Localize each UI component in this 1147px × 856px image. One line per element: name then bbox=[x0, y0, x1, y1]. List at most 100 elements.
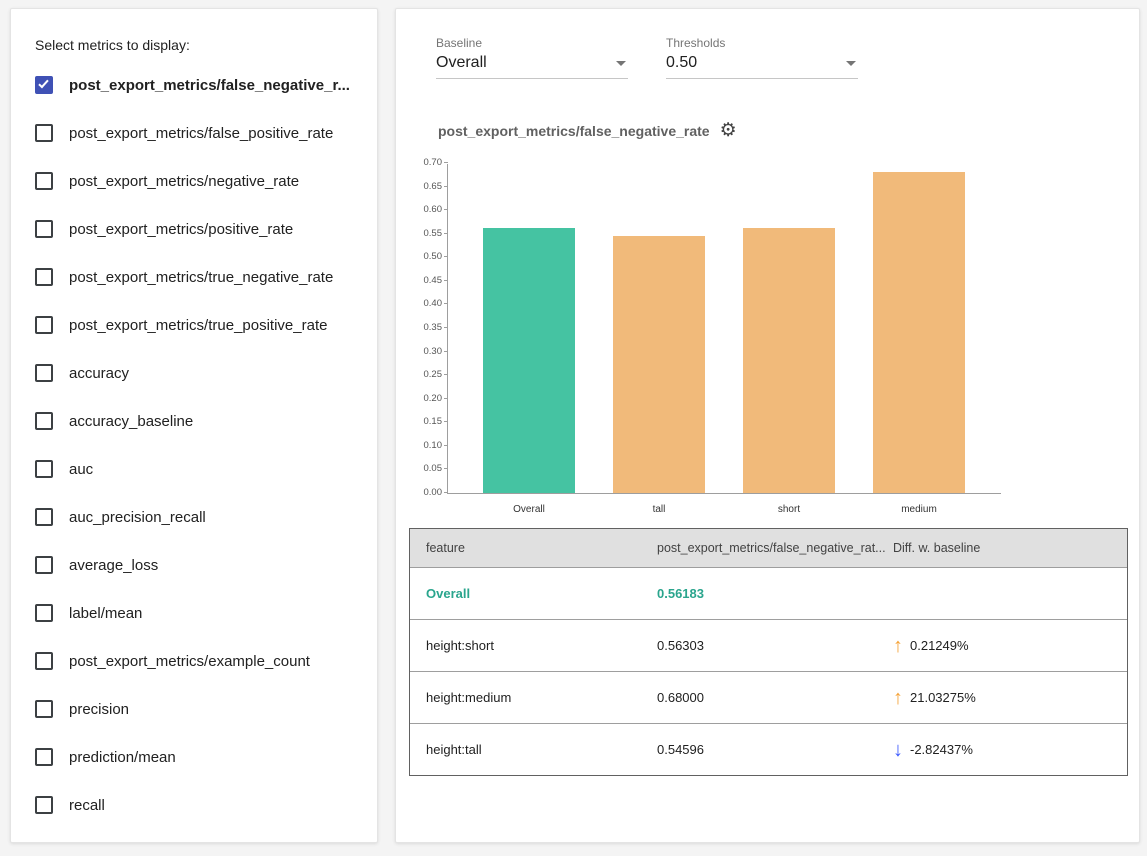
metric-label: accuracy bbox=[69, 365, 129, 382]
baseline-select-value: Overall bbox=[436, 54, 487, 72]
table-cell-value: 0.68000 bbox=[657, 690, 893, 705]
table-row-height:tall: height:tall0.54596↓-2.82437% bbox=[410, 723, 1127, 775]
table-cell-value: 0.54596 bbox=[657, 742, 893, 757]
bar-tall[interactable] bbox=[613, 236, 705, 493]
metric-row-1[interactable]: post_export_metrics/false_positive_rate bbox=[11, 109, 377, 157]
gear-icon[interactable]: ⚙ bbox=[720, 121, 737, 140]
table-body: Overall0.56183height:short0.56303↑0.2124… bbox=[410, 567, 1127, 775]
table-header-row: feature post_export_metrics/false_negati… bbox=[410, 529, 1127, 567]
checkbox-unchecked-icon[interactable] bbox=[35, 700, 53, 718]
metric-row-5[interactable]: post_export_metrics/true_positive_rate bbox=[11, 301, 377, 349]
metric-row-4[interactable]: post_export_metrics/true_negative_rate bbox=[11, 253, 377, 301]
metric-label: post_export_metrics/true_positive_rate bbox=[69, 317, 327, 334]
y-axis-tick-label: 0.65 bbox=[404, 181, 442, 193]
metric-row-7[interactable]: accuracy_baseline bbox=[11, 397, 377, 445]
metric-row-9[interactable]: auc_precision_recall bbox=[11, 493, 377, 541]
checkbox-unchecked-icon[interactable] bbox=[35, 556, 53, 574]
table-header-diff: Diff. w. baseline bbox=[893, 541, 1127, 555]
metrics-display-panel: Baseline Overall Thresholds 0.50 post_ex… bbox=[395, 8, 1140, 843]
checkbox-unchecked-icon[interactable] bbox=[35, 364, 53, 382]
table-cell-value: 0.56303 bbox=[657, 638, 893, 653]
y-axis-tick-label: 0.60 bbox=[404, 204, 442, 216]
checkbox-checked-icon[interactable] bbox=[35, 76, 53, 94]
checkbox-unchecked-icon[interactable] bbox=[35, 124, 53, 142]
checkbox-unchecked-icon[interactable] bbox=[35, 220, 53, 238]
y-axis-tick-mark bbox=[444, 280, 448, 281]
metrics-selector-title: Select metrics to display: bbox=[11, 9, 377, 61]
baseline-select[interactable]: Overall bbox=[436, 54, 628, 79]
down-arrow-icon: ↓ bbox=[893, 740, 903, 760]
thresholds-select-group: Thresholds 0.50 bbox=[666, 36, 858, 79]
y-axis-tick-label: 0.55 bbox=[404, 228, 442, 240]
plot-area: 0.000.050.100.150.200.250.300.350.400.45… bbox=[447, 164, 1001, 494]
bar-Overall[interactable] bbox=[483, 228, 575, 493]
y-axis-tick-label: 0.15 bbox=[404, 416, 442, 428]
metric-label: recall bbox=[69, 797, 105, 814]
metric-row-12[interactable]: post_export_metrics/example_count bbox=[11, 637, 377, 685]
y-axis-tick-mark bbox=[444, 398, 448, 399]
y-axis-tick-label: 0.45 bbox=[404, 275, 442, 287]
metric-label: post_export_metrics/false_negative_r... bbox=[69, 77, 350, 94]
chevron-down-icon bbox=[616, 61, 626, 66]
metric-row-14[interactable]: prediction/mean bbox=[11, 733, 377, 781]
y-axis-tick-mark bbox=[444, 162, 448, 163]
y-axis-tick-mark bbox=[444, 186, 448, 187]
checkmark-icon bbox=[38, 78, 48, 89]
table-cell-feature: height:medium bbox=[410, 690, 657, 705]
thresholds-select[interactable]: 0.50 bbox=[666, 54, 858, 79]
checkbox-unchecked-icon[interactable] bbox=[35, 172, 53, 190]
table-header-feature: feature bbox=[410, 541, 657, 555]
diff-percent-text: -2.82437% bbox=[910, 742, 973, 757]
chart-title-row: post_export_metrics/false_negative_rate … bbox=[438, 121, 1139, 140]
metric-row-11[interactable]: label/mean bbox=[11, 589, 377, 637]
bar-short[interactable] bbox=[743, 228, 835, 493]
table-cell-value: 0.56183 bbox=[657, 586, 893, 601]
checkbox-unchecked-icon[interactable] bbox=[35, 508, 53, 526]
checkbox-unchecked-icon[interactable] bbox=[35, 412, 53, 430]
y-axis-tick-label: 0.25 bbox=[404, 369, 442, 381]
metrics-table: feature post_export_metrics/false_negati… bbox=[409, 528, 1128, 776]
y-axis-tick-label: 0.70 bbox=[404, 157, 442, 169]
y-axis-tick-mark bbox=[444, 256, 448, 257]
y-axis-tick-label: 0.10 bbox=[404, 440, 442, 452]
table-row-Overall: Overall0.56183 bbox=[410, 567, 1127, 619]
chart-title: post_export_metrics/false_negative_rate bbox=[438, 123, 710, 139]
metric-row-0[interactable]: post_export_metrics/false_negative_r... bbox=[11, 61, 377, 109]
x-axis-tick-label: tall bbox=[599, 504, 719, 515]
metric-label: post_export_metrics/positive_rate bbox=[69, 221, 293, 238]
metric-row-15[interactable]: recall bbox=[11, 781, 377, 829]
table-cell-feature: Overall bbox=[410, 586, 657, 601]
y-axis-tick-label: 0.35 bbox=[404, 322, 442, 334]
y-axis-tick-label: 0.05 bbox=[404, 463, 442, 475]
checkbox-unchecked-icon[interactable] bbox=[35, 796, 53, 814]
metric-row-2[interactable]: post_export_metrics/negative_rate bbox=[11, 157, 377, 205]
metric-label: accuracy_baseline bbox=[69, 413, 193, 430]
x-axis-tick-label: short bbox=[729, 504, 849, 515]
checkbox-unchecked-icon[interactable] bbox=[35, 268, 53, 286]
metric-label: label/mean bbox=[69, 605, 142, 622]
metric-row-8[interactable]: auc bbox=[11, 445, 377, 493]
table-cell-diff: ↓ -2.82437% bbox=[893, 740, 1127, 760]
checkbox-unchecked-icon[interactable] bbox=[35, 748, 53, 766]
metrics-selector-panel: Select metrics to display: post_export_m… bbox=[10, 8, 378, 843]
metric-label: post_export_metrics/true_negative_rate bbox=[69, 269, 333, 286]
checkbox-unchecked-icon[interactable] bbox=[35, 652, 53, 670]
checkbox-unchecked-icon[interactable] bbox=[35, 316, 53, 334]
checkbox-unchecked-icon[interactable] bbox=[35, 604, 53, 622]
metric-label: precision bbox=[69, 701, 129, 718]
metric-row-3[interactable]: post_export_metrics/positive_rate bbox=[11, 205, 377, 253]
checkbox-unchecked-icon[interactable] bbox=[35, 460, 53, 478]
metrics-list: post_export_metrics/false_negative_r...p… bbox=[11, 61, 377, 829]
bar-medium[interactable] bbox=[873, 172, 965, 493]
metric-label: post_export_metrics/false_positive_rate bbox=[69, 125, 333, 142]
metric-row-10[interactable]: average_loss bbox=[11, 541, 377, 589]
y-axis-tick-mark bbox=[444, 351, 448, 352]
metric-row-13[interactable]: precision bbox=[11, 685, 377, 733]
metric-label: post_export_metrics/negative_rate bbox=[69, 173, 299, 190]
baseline-select-label: Baseline bbox=[436, 36, 628, 50]
y-axis-tick-mark bbox=[444, 209, 448, 210]
metric-row-6[interactable]: accuracy bbox=[11, 349, 377, 397]
table-cell-diff: ↑0.21249% bbox=[893, 636, 1127, 656]
metric-label: auc_precision_recall bbox=[69, 509, 206, 526]
x-axis-tick-label: medium bbox=[859, 504, 979, 515]
